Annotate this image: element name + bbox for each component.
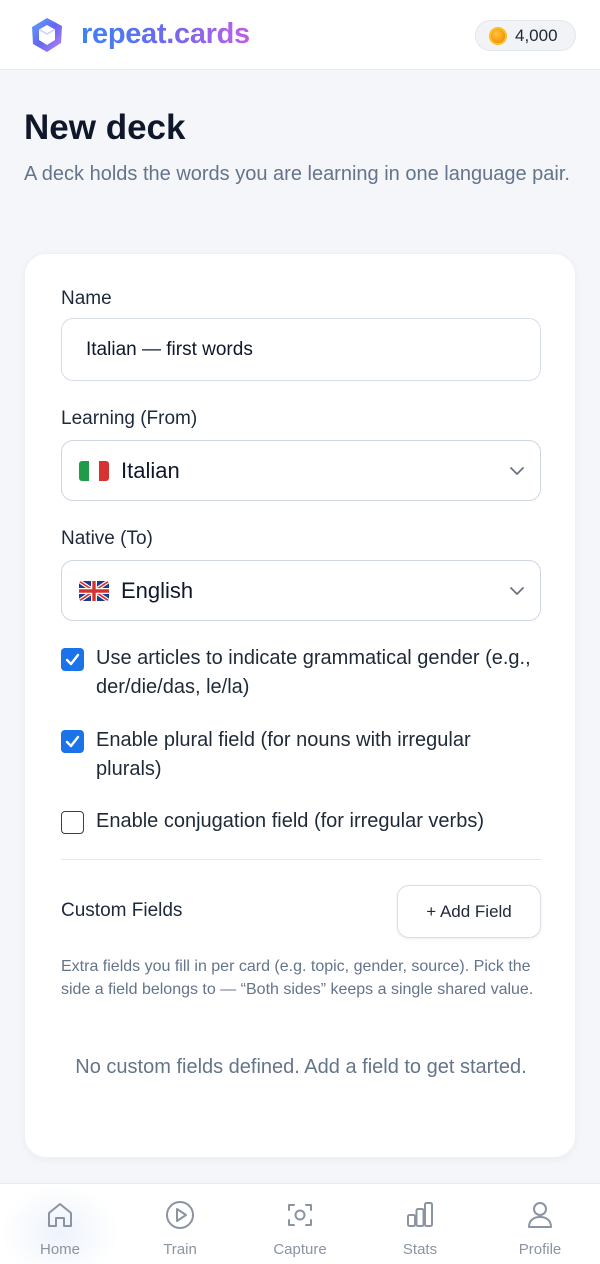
nav-home[interactable]: Home xyxy=(0,1184,120,1264)
custom-fields-help: Extra fields you fill in per card (e.g. … xyxy=(61,958,534,998)
coin-icon xyxy=(489,26,507,45)
profile-icon xyxy=(528,1202,552,1228)
articles-option-label: Use articles to indicate grammatical gen… xyxy=(96,647,531,698)
name-label: Name xyxy=(61,288,112,309)
native-language-select[interactable]: English xyxy=(61,560,541,621)
add-field-button[interactable]: + Add Field xyxy=(397,885,541,938)
conjugation-option-label: Enable conjugation field (for irregular … xyxy=(96,810,484,832)
coin-balance[interactable]: 4,000 xyxy=(475,20,576,51)
chevron-down-icon xyxy=(510,587,524,595)
chevron-down-icon xyxy=(510,467,524,475)
stats-icon xyxy=(407,1202,433,1227)
conjugation-checkbox[interactable] xyxy=(61,811,84,834)
page-subtitle: A deck holds the words you are learning … xyxy=(24,163,570,185)
new-deck-form-card: Name Italian — first words Learning (Fro… xyxy=(24,253,576,1158)
brand-name[interactable]: repeat.cards xyxy=(81,18,250,51)
page-title: New deck xyxy=(24,108,186,147)
nav-home-label: Home xyxy=(39,1241,80,1258)
conjugation-option[interactable]: Enable conjugation field (for irregular … xyxy=(61,807,541,836)
home-icon xyxy=(48,1203,72,1227)
nav-capture[interactable]: Capture xyxy=(240,1184,360,1264)
custom-fields-empty-state: No custom fields defined. Add a field to… xyxy=(75,1056,527,1078)
custom-fields-title: Custom Fields xyxy=(61,900,183,921)
deck-name-value: Italian — first words xyxy=(86,338,253,360)
deck-name-input[interactable]: Italian — first words xyxy=(61,318,541,381)
top-bar: repeat.cards 4,000 xyxy=(0,0,600,70)
italy-flag-icon xyxy=(79,460,109,481)
nav-capture-label: Capture xyxy=(273,1241,327,1258)
articles-option[interactable]: Use articles to indicate grammatical gen… xyxy=(61,644,541,702)
nav-stats-label: Stats xyxy=(402,1241,438,1258)
coin-count: 4,000 xyxy=(515,25,558,45)
nav-stats[interactable]: Stats xyxy=(360,1184,480,1264)
uk-flag-icon xyxy=(79,580,109,601)
learning-language-value: Italian xyxy=(121,457,180,483)
divider xyxy=(61,859,541,860)
plural-option[interactable]: Enable plural field (for nouns with irre… xyxy=(61,726,541,784)
checkmark-icon xyxy=(65,653,80,666)
plural-checkbox[interactable] xyxy=(61,730,84,753)
articles-checkbox[interactable] xyxy=(61,648,84,671)
native-language-value: English xyxy=(121,577,194,603)
cube-logo-icon[interactable] xyxy=(28,16,66,54)
native-label: Native (To) xyxy=(61,528,153,549)
learning-label: Learning (From) xyxy=(61,408,198,429)
nav-train-label: Train xyxy=(163,1241,197,1258)
checkmark-icon xyxy=(65,735,80,748)
plural-option-label: Enable plural field (for nouns with irre… xyxy=(96,729,471,780)
capture-icon xyxy=(288,1204,312,1226)
nav-train[interactable]: Train xyxy=(120,1184,240,1264)
play-icon xyxy=(166,1201,194,1229)
learning-language-select[interactable]: Italian xyxy=(61,440,541,501)
nav-profile[interactable]: Profile xyxy=(480,1184,600,1264)
nav-profile-label: Profile xyxy=(518,1241,562,1258)
bottom-nav: Home Train Capture Stats Profile xyxy=(0,1183,600,1264)
